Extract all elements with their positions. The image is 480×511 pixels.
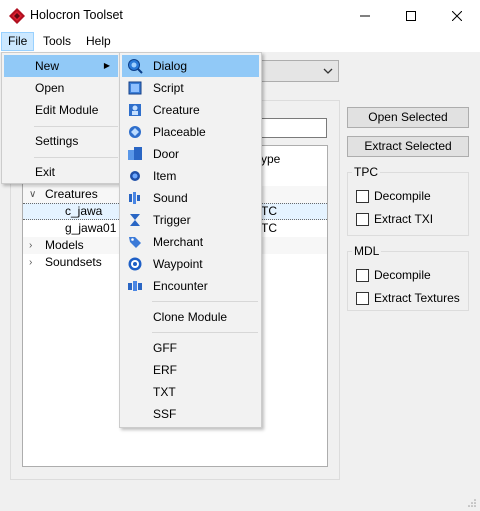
resize-grip-icon[interactable] [467, 498, 477, 508]
merchant-icon [129, 237, 141, 248]
trigger-icon [130, 214, 140, 226]
close-button[interactable] [434, 0, 480, 31]
menu-separator [152, 332, 258, 333]
file-menu-settings[interactable]: Settings [4, 130, 118, 152]
expanded-arrow-icon[interactable]: ∨ [29, 186, 36, 203]
close-icon [452, 10, 462, 21]
title-bar: Holocron Toolset [0, 0, 480, 31]
tpc-group-title: TPC [352, 165, 380, 179]
mdl-group: MDL Decompile Extract Textures [347, 244, 469, 311]
door-icon [128, 147, 142, 160]
checkbox-box[interactable] [356, 213, 369, 226]
minimize-icon [360, 15, 370, 16]
creature-icon [129, 104, 141, 116]
filter-input[interactable] [258, 118, 327, 138]
placeable-icon [129, 126, 141, 138]
mdl-group-title: MDL [352, 244, 382, 258]
menu-file[interactable]: File [1, 32, 35, 51]
checkbox-box[interactable] [356, 269, 369, 282]
new-gff[interactable]: GFF [122, 337, 259, 359]
file-menu-edit-module[interactable]: Edit Module [4, 99, 118, 121]
collapsed-arrow-icon[interactable]: › [29, 254, 32, 271]
new-merchant[interactable]: Merchant [122, 231, 259, 253]
open-selected-button[interactable]: Open Selected [347, 107, 469, 128]
new-creature[interactable]: Creature [122, 99, 259, 121]
sound-icon [129, 192, 140, 204]
checkbox-box[interactable] [356, 292, 369, 305]
chevron-down-icon [323, 68, 333, 74]
menu-help[interactable]: Help [80, 32, 117, 51]
module-combobox[interactable] [258, 60, 339, 82]
new-ssf[interactable]: SSF [122, 403, 259, 425]
collapsed-arrow-icon[interactable]: › [29, 237, 32, 254]
new-erf[interactable]: ERF [122, 359, 259, 381]
extract-selected-button[interactable]: Extract Selected [347, 136, 469, 157]
waypoint-icon [128, 257, 142, 271]
item-icon [130, 171, 140, 181]
new-sound[interactable]: Sound [122, 187, 259, 209]
window-title: Holocron Toolset [30, 8, 123, 22]
file-menu: New ▶ Open Edit Module Settings Exit [1, 52, 121, 184]
new-txt[interactable]: TXT [122, 381, 259, 403]
checkbox-box[interactable] [356, 190, 369, 203]
new-clone-module[interactable]: Clone Module [122, 306, 259, 328]
menu-separator [152, 301, 258, 302]
new-dialog[interactable]: Dialog [122, 55, 259, 77]
menu-separator [34, 126, 118, 127]
file-menu-exit[interactable]: Exit [4, 161, 118, 183]
submenu-arrow-icon: ▶ [103, 61, 110, 70]
app-icon [9, 8, 25, 24]
new-trigger[interactable]: Trigger [122, 209, 259, 231]
new-encounter[interactable]: Encounter [122, 275, 259, 297]
new-item[interactable]: Item [122, 165, 259, 187]
new-door[interactable]: Door [122, 143, 259, 165]
maximize-icon [406, 10, 416, 21]
menu-separator [34, 157, 118, 158]
file-menu-open[interactable]: Open [4, 77, 118, 99]
maximize-button[interactable] [388, 0, 434, 31]
new-placeable[interactable]: Placeable [122, 121, 259, 143]
tree-header-type: ype [261, 152, 281, 166]
new-submenu: Dialog Script Creature Placeable Door It… [119, 52, 262, 428]
menu-tools[interactable]: Tools [37, 32, 77, 51]
tpc-group: TPC Decompile Extract TXI [347, 165, 469, 236]
dialog-icon [128, 59, 143, 74]
script-icon [128, 81, 142, 95]
encounter-icon [128, 281, 142, 291]
new-waypoint[interactable]: Waypoint [122, 253, 259, 275]
menu-bar: File Tools Help [0, 31, 480, 52]
new-script[interactable]: Script [122, 77, 259, 99]
minimize-button[interactable] [342, 0, 388, 31]
file-menu-new[interactable]: New ▶ [4, 55, 118, 77]
